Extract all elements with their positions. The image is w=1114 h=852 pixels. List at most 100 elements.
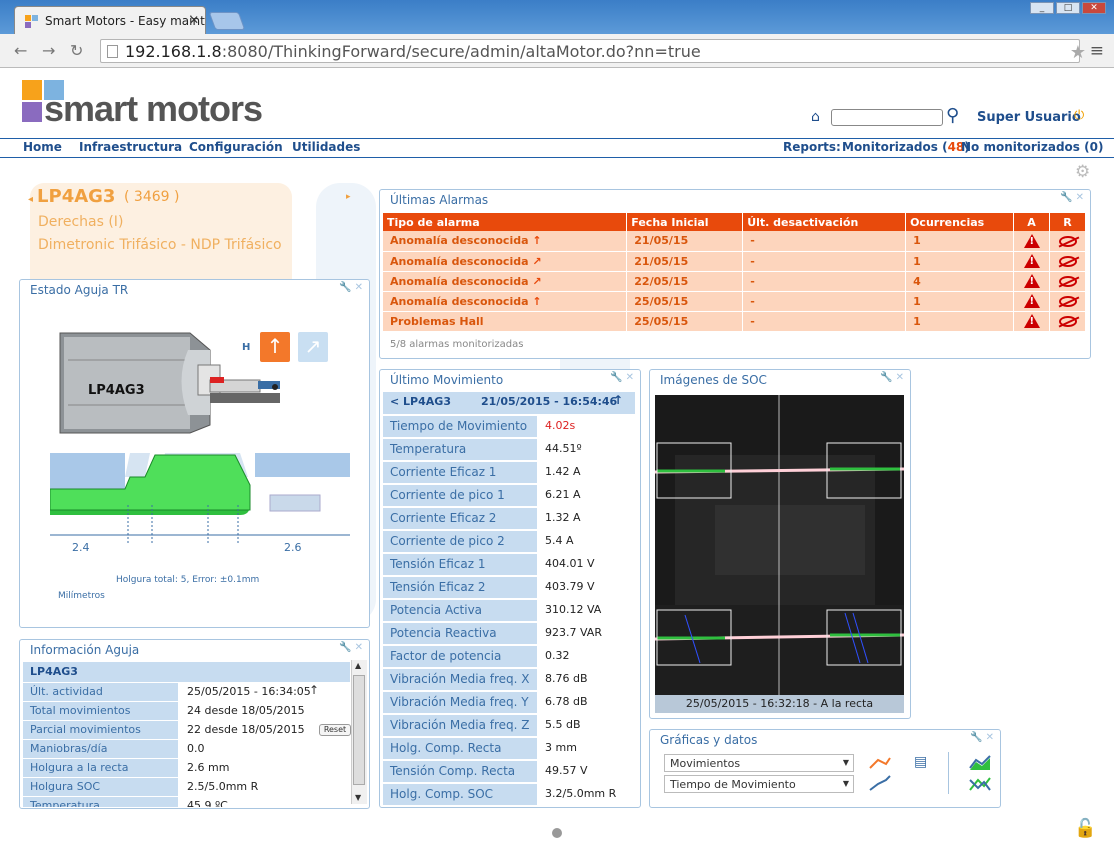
hide-cell[interactable] [1049,231,1086,252]
movement-header[interactable]: < LP4AG3 21/05/2015 - 16:54:46 ↑ [383,392,635,414]
logo-square-orange [22,80,42,100]
col-ult[interactable]: Últ. desactivación [742,213,907,231]
scroll-up-icon[interactable]: ▲ [355,661,361,670]
col-fecha[interactable]: Fecha Inicial [626,213,744,231]
table-row[interactable]: Anomalía desconocida ↑ 21/05/15 - 1 ! [383,231,1086,252]
table-row[interactable]: Anomalía desconocida ↑ 25/05/15 - 1 ! [383,291,1086,312]
list-item: Parcial movimientos 22 desde 18/05/2015 Re… [23,721,351,739]
ack-cell[interactable]: ! [1013,311,1050,332]
widget-tools-icon[interactable]: 🔧 ✕ [339,642,363,653]
col-a[interactable]: A [1013,213,1050,231]
nav-infraestructura[interactable]: Infraestructura [79,140,182,154]
area-chart-icon[interactable] [968,754,992,794]
reload-icon[interactable]: ↻ [70,41,83,60]
alarmas-widget: Últimas Alarmas 🔧 ✕ Tipo de alarma Fecha… [379,189,1091,359]
widget-tools-icon[interactable]: 🔧 ✕ [970,732,994,743]
back-icon[interactable]: ← [14,41,27,60]
graph-metric-select[interactable]: Tiempo de Movimiento ▼ [664,775,854,793]
search-icon[interactable]: ⚲ [946,105,959,126]
alarm-count: 1 [905,311,1015,332]
ack-cell[interactable]: ! [1013,231,1050,252]
soc-camera-image[interactable] [655,395,904,713]
warning-icon[interactable]: ! [1023,274,1040,288]
settings-gear-icon[interactable]: ⚙ [1075,162,1090,182]
col-tipo[interactable]: Tipo de alarma [383,213,628,231]
prev-motor-icon[interactable]: ◂ [28,194,33,205]
power-icon[interactable]: ⏻ [1074,108,1084,123]
list-item: Total movimientos 24 desde 18/05/2015 [23,702,350,720]
list-item: Holgura a la recta 2.6 mm [23,759,350,777]
next-motor-icon[interactable]: ▸ [346,192,351,202]
row-value: 923.7 VAR [545,626,602,639]
row-label: Vibración Media freq. Z [383,715,537,736]
new-tab-button[interactable] [208,12,246,30]
table-row[interactable]: Anomalía desconocida ↗ 22/05/15 - 4 ! [383,271,1086,292]
not-monitored-link[interactable]: No monitorizados (0) [961,140,1103,154]
warning-icon[interactable]: ! [1023,254,1040,268]
graph-category-select[interactable]: Movimientos ▼ [664,754,854,772]
table-row[interactable]: Problemas Hall 25/05/15 - 1 ! [383,311,1086,332]
motor-name[interactable]: ◂ LP4AG3 [28,186,115,207]
row-value: 1.42 A [545,465,581,478]
hide-cell[interactable] [1049,291,1086,312]
alarm-date: 25/05/15 [626,311,744,332]
eye-off-icon[interactable] [1058,296,1077,307]
alarm-date: 22/05/15 [626,271,744,292]
nav-home[interactable]: Home [23,140,62,154]
widget-tools-icon[interactable]: 🔧 ✕ [610,372,634,383]
ack-cell[interactable]: ! [1013,271,1050,292]
reset-button[interactable]: Reset [319,724,351,736]
browser-menu-icon[interactable]: ≡ [1090,41,1104,61]
url-field[interactable]: 192.168.1.8:8080/ThinkingForward/secure/… [100,39,1080,63]
warning-icon[interactable]: ! [1023,314,1040,328]
lock-icon[interactable]: 🔓 [1074,818,1096,839]
monitored-label: Monitorizados ( [842,140,948,154]
row-value: 403.79 V [545,580,595,593]
eye-off-icon[interactable] [1058,276,1077,287]
line-chart-icon[interactable] [868,754,892,794]
monitored-link[interactable]: Monitorizados (48) [842,140,970,154]
table-row[interactable]: Anomalía desconocida ↗ 21/05/15 - 1 ! [383,251,1086,272]
widget-tools-icon[interactable]: 🔧 ✕ [1060,192,1084,203]
eye-off-icon[interactable] [1058,235,1077,247]
widget-tools-icon[interactable]: 🔧 ✕ [339,282,363,293]
ack-cell[interactable]: ! [1013,251,1050,272]
row-value: 3.2/5.0mm R [545,787,617,800]
pagination-dot[interactable] [552,828,562,838]
forward-icon[interactable]: → [42,41,55,60]
hide-cell[interactable] [1049,311,1086,332]
url-path: :8080/ThinkingForward/secure/admin/altaM… [221,42,701,61]
list-item: Tensión Comp. Recta 49.57 V [383,761,635,782]
row-value: 22 desde 18/05/2015 [187,723,305,736]
home-icon[interactable]: ⌂ [811,109,820,125]
nav-configuracion[interactable]: Configuración [189,140,283,154]
maximize-icon[interactable]: □ [1056,2,1080,14]
eye-off-icon[interactable] [1058,256,1077,267]
bookmark-star-icon[interactable]: ★ [1070,42,1086,63]
hide-cell[interactable] [1049,251,1086,272]
browser-tab[interactable]: Smart Motors - Easy mainten ✕ [14,6,206,34]
page-icon [107,45,118,58]
movement-motor[interactable]: < LP4AG3 [390,395,451,408]
position-diagonal-button[interactable]: ↗ [298,332,328,362]
warning-icon[interactable]: ! [1023,233,1040,248]
ack-cell[interactable]: ! [1013,291,1050,312]
search-input[interactable] [831,109,943,126]
close-tab-icon[interactable]: ✕ [189,13,199,27]
movement-date: 21/05/2015 - 16:54:46 [481,395,618,408]
widget-tools-icon[interactable]: 🔧 ✕ [880,372,904,383]
table-view-icon[interactable]: ▤ [914,754,927,770]
hide-cell[interactable] [1049,271,1086,292]
col-r[interactable]: R [1049,213,1086,231]
minimize-icon[interactable]: _ [1030,2,1054,14]
info-scrollbar-thumb[interactable] [353,675,365,785]
nav-utilidades[interactable]: Utilidades [292,140,360,154]
eye-off-icon[interactable] [1058,316,1077,327]
graph-metric-value: Tiempo de Movimiento [670,778,796,791]
scroll-down-icon[interactable]: ▼ [355,793,361,802]
position-up-button[interactable]: ↑ [260,332,290,362]
col-ocurr[interactable]: Ocurrencias [905,213,1015,231]
warning-icon[interactable]: ! [1023,294,1040,308]
window-close-icon[interactable]: ✕ [1082,2,1106,14]
user-name[interactable]: Super Usuario [977,110,1081,125]
